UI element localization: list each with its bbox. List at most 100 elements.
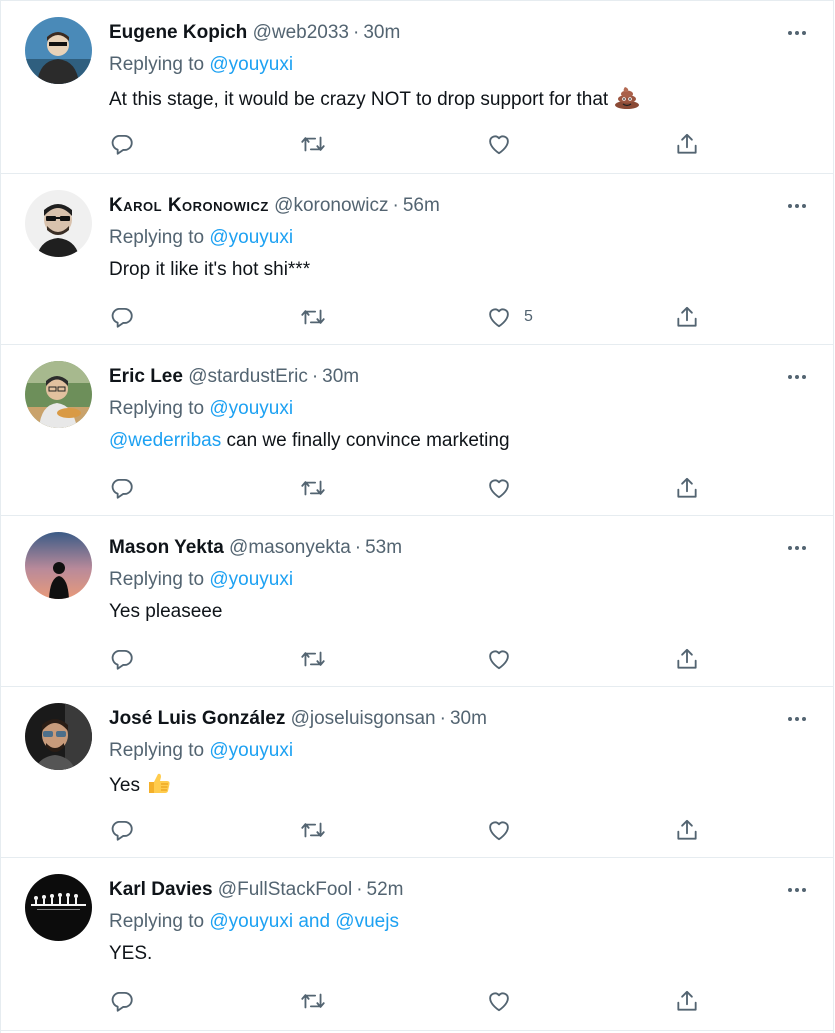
- like-button[interactable]: [486, 129, 524, 159]
- avatar[interactable]: [25, 17, 92, 84]
- reply-tweet[interactable]: José Luis González @joseluisgonsan · 30m R…: [1, 687, 833, 858]
- avatar[interactable]: [25, 532, 92, 599]
- reply-icon: [111, 307, 133, 328]
- reply-button[interactable]: [109, 302, 135, 332]
- avatar[interactable]: [25, 703, 92, 770]
- action-bar: [1, 815, 833, 845]
- avatar[interactable]: [25, 874, 92, 941]
- replying-to-label: Replying to: [109, 398, 210, 419]
- tweet-text-content: YES.: [109, 943, 153, 964]
- reply-mention-link[interactable]: @youyuxi and @vuejs: [209, 911, 399, 932]
- display-name[interactable]: Karol Koronowicz: [109, 195, 269, 216]
- reply-icon: [111, 991, 133, 1012]
- reply-button[interactable]: [109, 815, 135, 845]
- share-icon: [677, 133, 697, 154]
- tweet-header: Eugene Kopich @web2033 · 30m: [109, 21, 400, 45]
- pile-of-poo-emoji-icon: [614, 85, 640, 116]
- like-button[interactable]: [486, 986, 524, 1016]
- reply-tweet[interactable]: Mason Yekta @masonyekta · 53m Replying to …: [1, 516, 833, 687]
- more-options-icon[interactable]: [785, 709, 809, 729]
- retweet-button[interactable]: [299, 644, 327, 674]
- more-options-icon[interactable]: [785, 538, 809, 558]
- user-handle[interactable]: @koronowicz: [274, 195, 388, 216]
- action-bar: [1, 644, 833, 674]
- tweet-mention-link[interactable]: @wederribas: [109, 430, 221, 451]
- reply-mention-link[interactable]: @youyuxi: [209, 227, 293, 248]
- timestamp[interactable]: 52m: [367, 879, 404, 900]
- like-count: 5: [524, 308, 533, 325]
- heart-icon: [489, 650, 509, 670]
- reply-button[interactable]: [109, 129, 135, 159]
- timestamp[interactable]: 56m: [403, 195, 440, 216]
- tweet-text: Drop it like it's hot shi***: [109, 258, 310, 282]
- avatar[interactable]: [25, 190, 92, 257]
- reply-mention-link[interactable]: @youyuxi: [209, 54, 293, 75]
- tweet-header: José Luis González @joseluisgonsan · 30m: [109, 707, 487, 731]
- retweet-button[interactable]: [299, 129, 327, 159]
- tweet-text-content: Yes: [109, 775, 140, 796]
- retweet-button[interactable]: [299, 302, 327, 332]
- share-button[interactable]: [674, 302, 700, 332]
- like-button[interactable]: 5: [486, 302, 533, 332]
- separator-dot: ·: [311, 366, 319, 387]
- retweet-button[interactable]: [299, 986, 327, 1016]
- reply-button[interactable]: [109, 644, 135, 674]
- action-bar: [1, 129, 833, 159]
- replying-to-label: Replying to: [109, 569, 210, 590]
- share-icon: [677, 819, 697, 840]
- tweet-text-content: At this stage, it would be crazy NOT to …: [109, 89, 609, 110]
- more-options-icon[interactable]: [785, 367, 809, 387]
- reply-tweet[interactable]: Karl Davies @FullStackFool · 52m Replying …: [1, 858, 833, 1031]
- user-handle[interactable]: @joseluisgonsan: [291, 708, 436, 729]
- heart-icon: [489, 135, 509, 155]
- display-name[interactable]: Mason Yekta: [109, 537, 224, 558]
- tweet-text: Yes pleaseee: [109, 600, 222, 624]
- retweet-icon: [301, 993, 325, 1009]
- thumbs-up-emoji-icon: [146, 771, 172, 802]
- display-name[interactable]: Karl Davies: [109, 879, 213, 900]
- timestamp[interactable]: 53m: [365, 537, 402, 558]
- replying-to: Replying to @youyuxi: [109, 53, 293, 77]
- like-button[interactable]: [486, 473, 524, 503]
- like-button[interactable]: [486, 644, 524, 674]
- replying-to-label: Replying to: [109, 740, 210, 761]
- display-name[interactable]: José Luis González: [109, 708, 285, 729]
- user-handle[interactable]: @masonyekta: [229, 537, 351, 558]
- share-button[interactable]: [674, 644, 700, 674]
- reply-mention-link[interactable]: @youyuxi: [209, 569, 293, 590]
- share-icon: [677, 306, 697, 327]
- reply-tweet[interactable]: Eugene Kopich @web2033 · 30m Replying to @…: [1, 0, 833, 174]
- avatar[interactable]: [25, 361, 92, 428]
- timestamp[interactable]: 30m: [450, 708, 487, 729]
- share-button[interactable]: [674, 129, 700, 159]
- like-button[interactable]: [486, 815, 524, 845]
- reply-icon: [111, 649, 133, 670]
- share-button[interactable]: [674, 815, 700, 845]
- more-options-icon[interactable]: [785, 196, 809, 216]
- user-handle[interactable]: @stardustEric: [188, 366, 308, 387]
- retweet-button[interactable]: [299, 473, 327, 503]
- timestamp[interactable]: 30m: [363, 22, 400, 43]
- reply-button[interactable]: [109, 986, 135, 1016]
- share-button[interactable]: [674, 473, 700, 503]
- retweet-button[interactable]: [299, 815, 327, 845]
- tweet-text-content: Yes pleaseee: [109, 601, 223, 622]
- share-icon: [677, 648, 697, 669]
- reply-button[interactable]: [109, 473, 135, 503]
- reply-tweet[interactable]: Eric Lee @stardustEric · 30m Replying to @…: [1, 345, 833, 516]
- user-handle[interactable]: @web2033: [253, 22, 349, 43]
- reply-tweet[interactable]: Karol Koronowicz @koronowicz · 56m Replyin…: [1, 174, 833, 345]
- reply-icon: [111, 134, 133, 155]
- display-name[interactable]: Eugene Kopich: [109, 22, 247, 43]
- more-options-icon[interactable]: [785, 23, 809, 43]
- tweet-text: At this stage, it would be crazy NOT to …: [109, 85, 640, 116]
- reply-mention-link[interactable]: @youyuxi: [209, 398, 293, 419]
- share-button[interactable]: [674, 986, 700, 1016]
- display-name[interactable]: Eric Lee: [109, 366, 183, 387]
- timestamp[interactable]: 30m: [322, 366, 359, 387]
- action-bar: [1, 473, 833, 503]
- more-options-icon[interactable]: [785, 880, 809, 900]
- reply-mention-link[interactable]: @youyuxi: [209, 740, 293, 761]
- user-handle[interactable]: @FullStackFool: [218, 879, 352, 900]
- tweet-header: Eric Lee @stardustEric · 30m: [109, 365, 359, 389]
